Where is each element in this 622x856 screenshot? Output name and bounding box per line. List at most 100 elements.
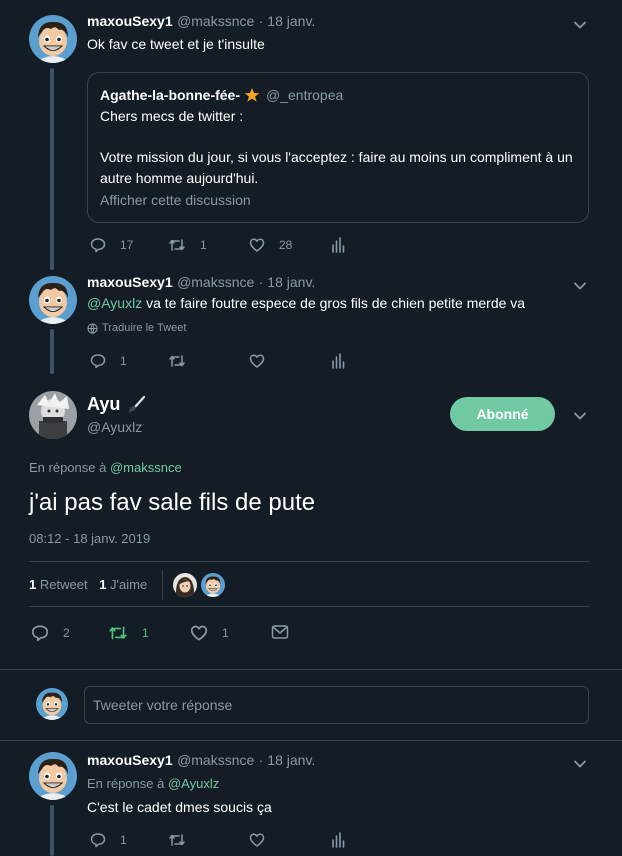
globe-icon — [87, 322, 98, 334]
main-tweet-text: j'ai pas fav sale fils de pute — [29, 489, 316, 516]
thread-line — [50, 329, 54, 374]
like-count: 28 — [279, 238, 293, 252]
reply-count: 1 — [120, 354, 127, 368]
retweet-icon — [109, 626, 127, 640]
avatar — [36, 688, 68, 720]
avatar[interactable] — [29, 276, 77, 324]
quote-handle: @_entropea — [266, 87, 344, 103]
heart-icon[interactable] — [249, 353, 265, 369]
reply-action[interactable]: 1 — [90, 353, 127, 369]
quote-header: Agathe-la-bonne-fée- @_entropea — [100, 87, 343, 103]
like-stat-count: 1 — [99, 577, 107, 592]
display-name[interactable]: Ayu — [87, 394, 120, 415]
thread-line — [50, 68, 54, 270]
quote-line: Chers mecs de twitter : — [100, 108, 244, 124]
tweet-header: maxouSexy1 @makssnce · 18 janv. — [87, 752, 315, 770]
timestamp[interactable]: 08:12 - 18 janv. 2019 — [29, 531, 150, 546]
display-name[interactable]: maxouSexy1 — [87, 274, 173, 290]
reply-count: 17 — [120, 238, 134, 252]
reply-context-handle[interactable]: @makssnce — [110, 460, 182, 475]
analytics-icon[interactable] — [331, 237, 345, 253]
divider — [29, 606, 589, 607]
avatar[interactable] — [201, 573, 225, 597]
retweet-icon — [169, 239, 185, 251]
retweet-icon[interactable] — [168, 832, 186, 848]
reply-count: 1 — [120, 833, 127, 847]
reply-context-label: En réponse à — [29, 460, 110, 475]
like-stat-label: J'aime — [110, 577, 148, 592]
handle[interactable]: @Ayuxlz — [87, 419, 142, 435]
quote-display-name: Agathe-la-bonne-fée- — [100, 87, 240, 103]
avatar[interactable] — [29, 15, 77, 63]
analytics-icon[interactable] — [331, 832, 345, 848]
heart-icon[interactable] — [249, 832, 265, 848]
analytics-icon[interactable] — [331, 353, 345, 369]
brush-emoji-icon — [126, 395, 146, 415]
tweet-text: @Ayuxlz va te faire foutre espece de gro… — [87, 295, 525, 311]
quote-line: autre homme aujourd'hui. — [100, 170, 259, 186]
tweet-text: Ok fav ce tweet et je t'insulte — [87, 36, 265, 52]
retweet-count: 1 — [142, 626, 149, 640]
reply-input[interactable]: Tweeter votre réponse — [84, 686, 589, 724]
reply-action[interactable]: 1 — [90, 832, 127, 848]
retweet-action[interactable]: 1 — [108, 624, 149, 642]
translate-label: Traduire le Tweet — [102, 322, 187, 334]
main-author[interactable]: Ayu — [87, 394, 146, 415]
reply-context: En réponse à @Ayuxlz — [87, 776, 219, 791]
handle[interactable]: @makssnce — [177, 13, 254, 29]
reply-context-label: En réponse à — [87, 776, 168, 791]
reply-icon — [90, 354, 106, 369]
mention-link[interactable]: @Ayuxlz — [87, 295, 142, 311]
like-action[interactable]: 28 — [249, 237, 292, 253]
tweet-date[interactable]: · 18 janv. — [259, 13, 316, 29]
reply-context: En réponse à @makssnce — [29, 460, 182, 475]
thread-line — [50, 805, 54, 856]
reply-action[interactable]: 2 — [31, 624, 70, 642]
chevron-down-icon[interactable] — [572, 17, 588, 33]
tweet-date[interactable]: · 18 janv. — [259, 752, 316, 768]
reply-context-handle[interactable]: @Ayuxlz — [168, 776, 219, 791]
reply-count: 2 — [63, 626, 70, 640]
handle[interactable]: @makssnce — [177, 274, 254, 290]
handle[interactable]: @makssnce — [177, 752, 254, 768]
avatar[interactable] — [29, 752, 77, 800]
reply-icon — [31, 625, 49, 642]
retweet-count: 1 — [200, 238, 207, 252]
retweet-action[interactable]: 1 — [168, 237, 207, 253]
retweet-stat-label: Retweet — [39, 577, 88, 592]
display-name[interactable]: maxouSexy1 — [87, 752, 173, 768]
heart-icon — [190, 625, 208, 641]
like-action[interactable]: 1 — [190, 624, 229, 642]
quote-line: Votre mission du jour, si vous l'accepte… — [100, 149, 573, 165]
following-button[interactable]: Abonné — [450, 397, 555, 431]
retweet-stat[interactable]: 1 Retweet — [29, 577, 88, 592]
star-emoji-icon — [244, 87, 260, 103]
retweet-stat-count: 1 — [29, 577, 37, 592]
tweet-header: maxouSexy1 @makssnce · 18 janv. — [87, 274, 315, 292]
stat-separator — [162, 570, 163, 600]
reply-action[interactable]: 17 — [90, 237, 133, 253]
like-stat[interactable]: 1 J'aime — [99, 577, 147, 592]
divider — [29, 561, 589, 562]
chevron-down-icon[interactable] — [572, 756, 588, 772]
reply-icon — [90, 833, 106, 848]
tweet-text: C'est le cadet dmes soucis ça — [87, 799, 272, 815]
like-count: 1 — [222, 626, 229, 640]
divider — [0, 740, 622, 741]
chevron-down-icon[interactable] — [572, 408, 588, 424]
chevron-down-icon[interactable] — [572, 278, 588, 294]
reply-icon — [90, 238, 106, 253]
show-thread-link[interactable]: Afficher cette discussion — [100, 192, 251, 208]
tweet-date[interactable]: · 18 janv. — [259, 274, 316, 290]
avatar[interactable] — [173, 573, 197, 597]
translate-link[interactable]: Traduire le Tweet — [87, 322, 186, 334]
tweet-header: maxouSexy1 @makssnce · 18 janv. — [87, 13, 315, 31]
tweet-stats: 1 Retweet 1 J'aime — [29, 577, 147, 592]
retweet-icon[interactable] — [168, 353, 186, 369]
heart-icon — [249, 238, 265, 252]
tweet-body: va te faire foutre espece de gros fils d… — [142, 295, 526, 311]
divider — [0, 669, 622, 670]
avatar[interactable] — [29, 391, 77, 439]
display-name[interactable]: maxouSexy1 — [87, 13, 173, 29]
direct-message-icon[interactable] — [271, 624, 289, 640]
